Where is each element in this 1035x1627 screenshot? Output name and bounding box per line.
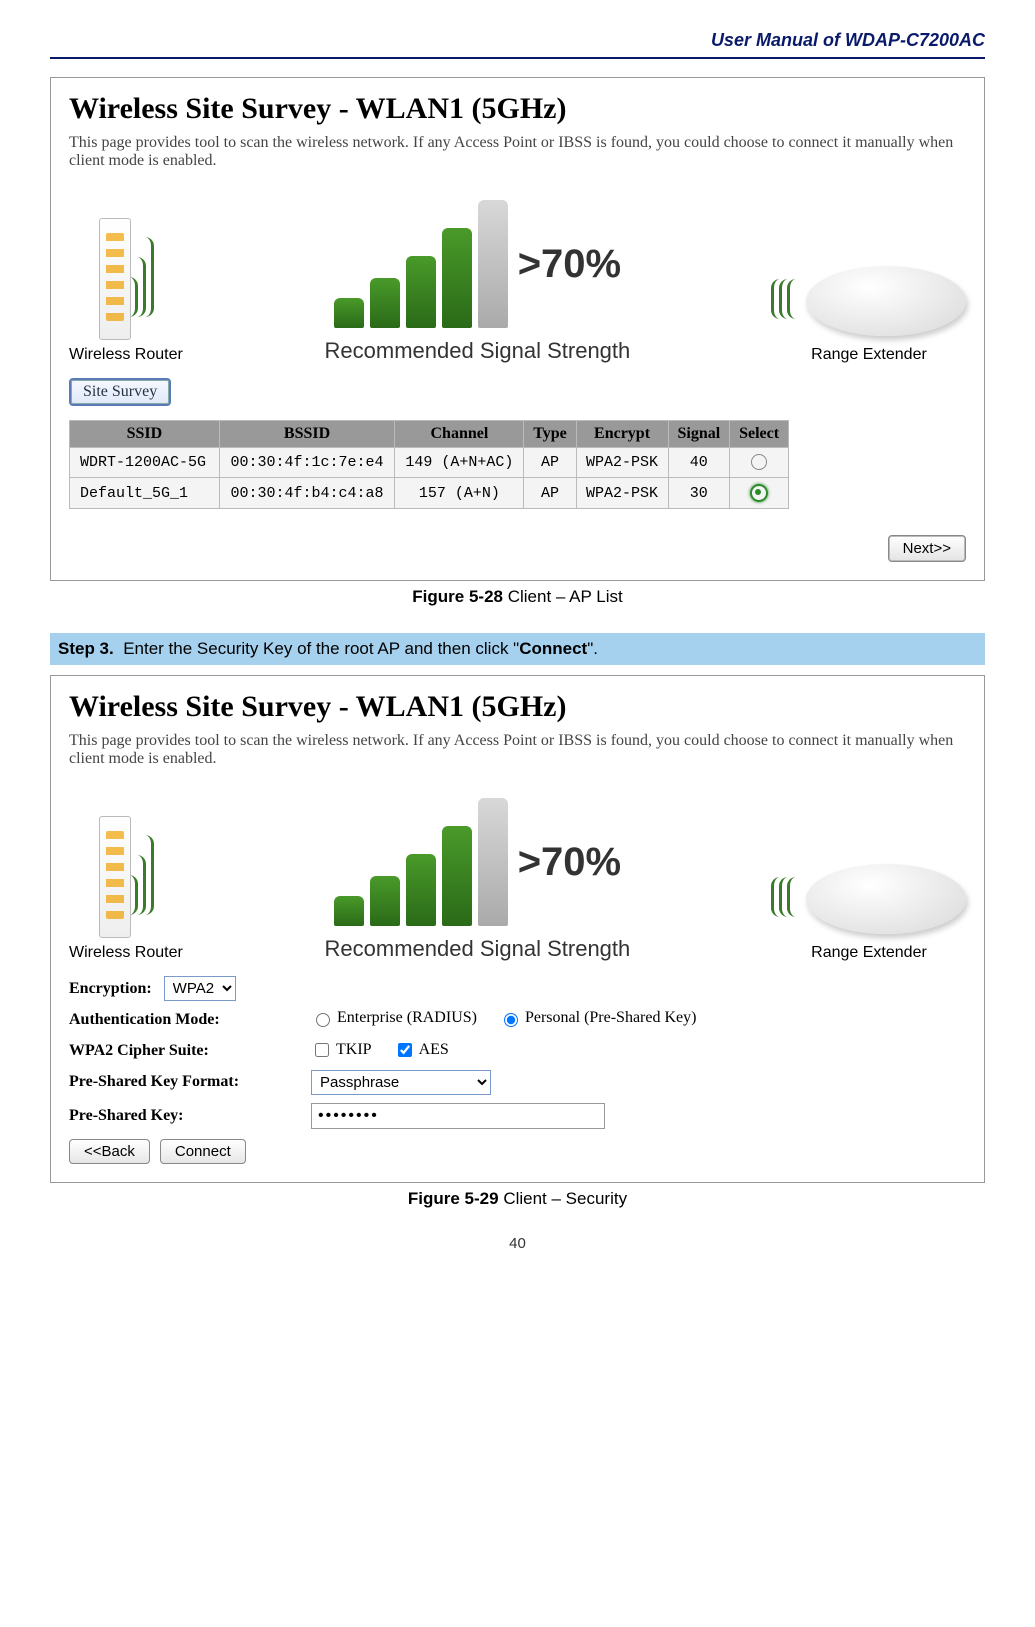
col-bssid: BSSID [219,421,395,448]
survey-description: This page provides tool to scan the wire… [69,134,966,170]
auth-personal-radio[interactable] [504,1013,518,1027]
wifi-waves-left-icon [772,877,796,922]
table-row: Default_5G_1 00:30:4f:b4:c4:a8 157 (A+N)… [70,478,789,509]
figure-5-28-screenshot: Wireless Site Survey - WLAN1 (5GHz) This… [50,77,985,581]
signal-diagram: Wireless Router >70% Recommended Signal … [69,798,966,962]
header-divider [50,57,985,59]
extender-label: Range Extender [811,944,927,962]
page-number: 40 [50,1235,985,1252]
table-row: WDRT-1200AC-5G 00:30:4f:1c:7e:e4 149 (A+… [70,448,789,478]
col-encrypt: Encrypt [576,421,668,448]
tkip-text: TKIP [336,1041,372,1059]
figure-5-29-caption: Figure 5-29 Client – Security [50,1189,985,1209]
pkf-label: Pre-Shared Key Format: [69,1073,299,1091]
recommended-label: Recommended Signal Strength [325,338,631,364]
wifi-waves-left-icon [772,279,796,324]
cell-channel: 157 (A+N) [395,478,524,509]
router-label: Wireless Router [69,944,183,962]
figure-5-29-screenshot: Wireless Site Survey - WLAN1 (5GHz) This… [50,675,985,1183]
cell-select[interactable] [730,448,789,478]
ap-list-table: SSID BSSID Channel Type Encrypt Signal S… [69,420,789,509]
pre-shared-key-input[interactable] [311,1103,605,1129]
signal-diagram: Wireless Router >70% Recommended Signal … [69,200,966,364]
col-type: Type [524,421,576,448]
next-button[interactable]: Next>> [888,535,966,562]
col-select: Select [730,421,789,448]
cell-signal: 40 [668,448,730,478]
extender-label: Range Extender [811,346,927,364]
cell-select[interactable] [730,478,789,509]
col-channel: Channel [395,421,524,448]
signal-percent: >70% [518,242,621,287]
cell-bssid: 00:30:4f:1c:7e:e4 [219,448,395,478]
auth-mode-label: Authentication Mode: [69,1011,299,1029]
router-label: Wireless Router [69,346,183,364]
cell-channel: 149 (A+N+AC) [395,448,524,478]
survey-title: Wireless Site Survey - WLAN1 (5GHz) [69,92,966,126]
col-signal: Signal [668,421,730,448]
cell-ssid: WDRT-1200AC-5G [70,448,220,478]
cell-encrypt: WPA2-PSK [576,448,668,478]
cell-bssid: 00:30:4f:b4:c4:a8 [219,478,395,509]
wifi-waves-icon [129,835,153,920]
cell-type: AP [524,478,576,509]
encryption-select[interactable]: WPA2 [164,976,236,1001]
cell-signal: 30 [668,478,730,509]
cell-encrypt: WPA2-PSK [576,478,668,509]
pkf-select[interactable]: Passphrase [311,1070,491,1095]
site-survey-button[interactable]: Site Survey [69,378,171,406]
tkip-checkbox[interactable] [315,1043,329,1057]
back-button[interactable]: <<Back [69,1139,150,1164]
figure-5-28-caption: Figure 5-28 Client – AP List [50,587,985,607]
cell-type: AP [524,448,576,478]
signal-bars-icon [334,200,508,328]
survey-description: This page provides tool to scan the wire… [69,732,966,768]
encryption-label: Encryption: [69,980,152,998]
connect-button[interactable]: Connect [160,1139,246,1164]
cipher-label: WPA2 Cipher Suite: [69,1042,299,1060]
page-header: User Manual of WDAP-C7200AC [50,30,985,51]
pk-label: Pre-Shared Key: [69,1107,299,1125]
signal-percent: >70% [518,840,621,885]
recommended-label: Recommended Signal Strength [325,936,631,962]
radio-on-icon[interactable] [750,484,768,502]
col-ssid: SSID [70,421,220,448]
auth-enterprise-radio[interactable] [316,1013,330,1027]
router-icon [99,816,131,938]
router-icon [99,218,131,340]
radio-off-icon[interactable] [751,454,767,470]
aes-checkbox[interactable] [398,1043,412,1057]
auth-personal-text: Personal (Pre-Shared Key) [525,1009,697,1027]
signal-bars-icon [334,798,508,926]
auth-enterprise-text: Enterprise (RADIUS) [337,1009,477,1027]
cell-ssid: Default_5G_1 [70,478,220,509]
aes-text: AES [419,1041,449,1059]
wifi-waves-icon [129,237,153,322]
survey-title: Wireless Site Survey - WLAN1 (5GHz) [69,690,966,724]
extender-icon [806,266,966,336]
extender-icon [806,864,966,934]
step-3-instruction: Step 3. Enter the Security Key of the ro… [50,633,985,665]
